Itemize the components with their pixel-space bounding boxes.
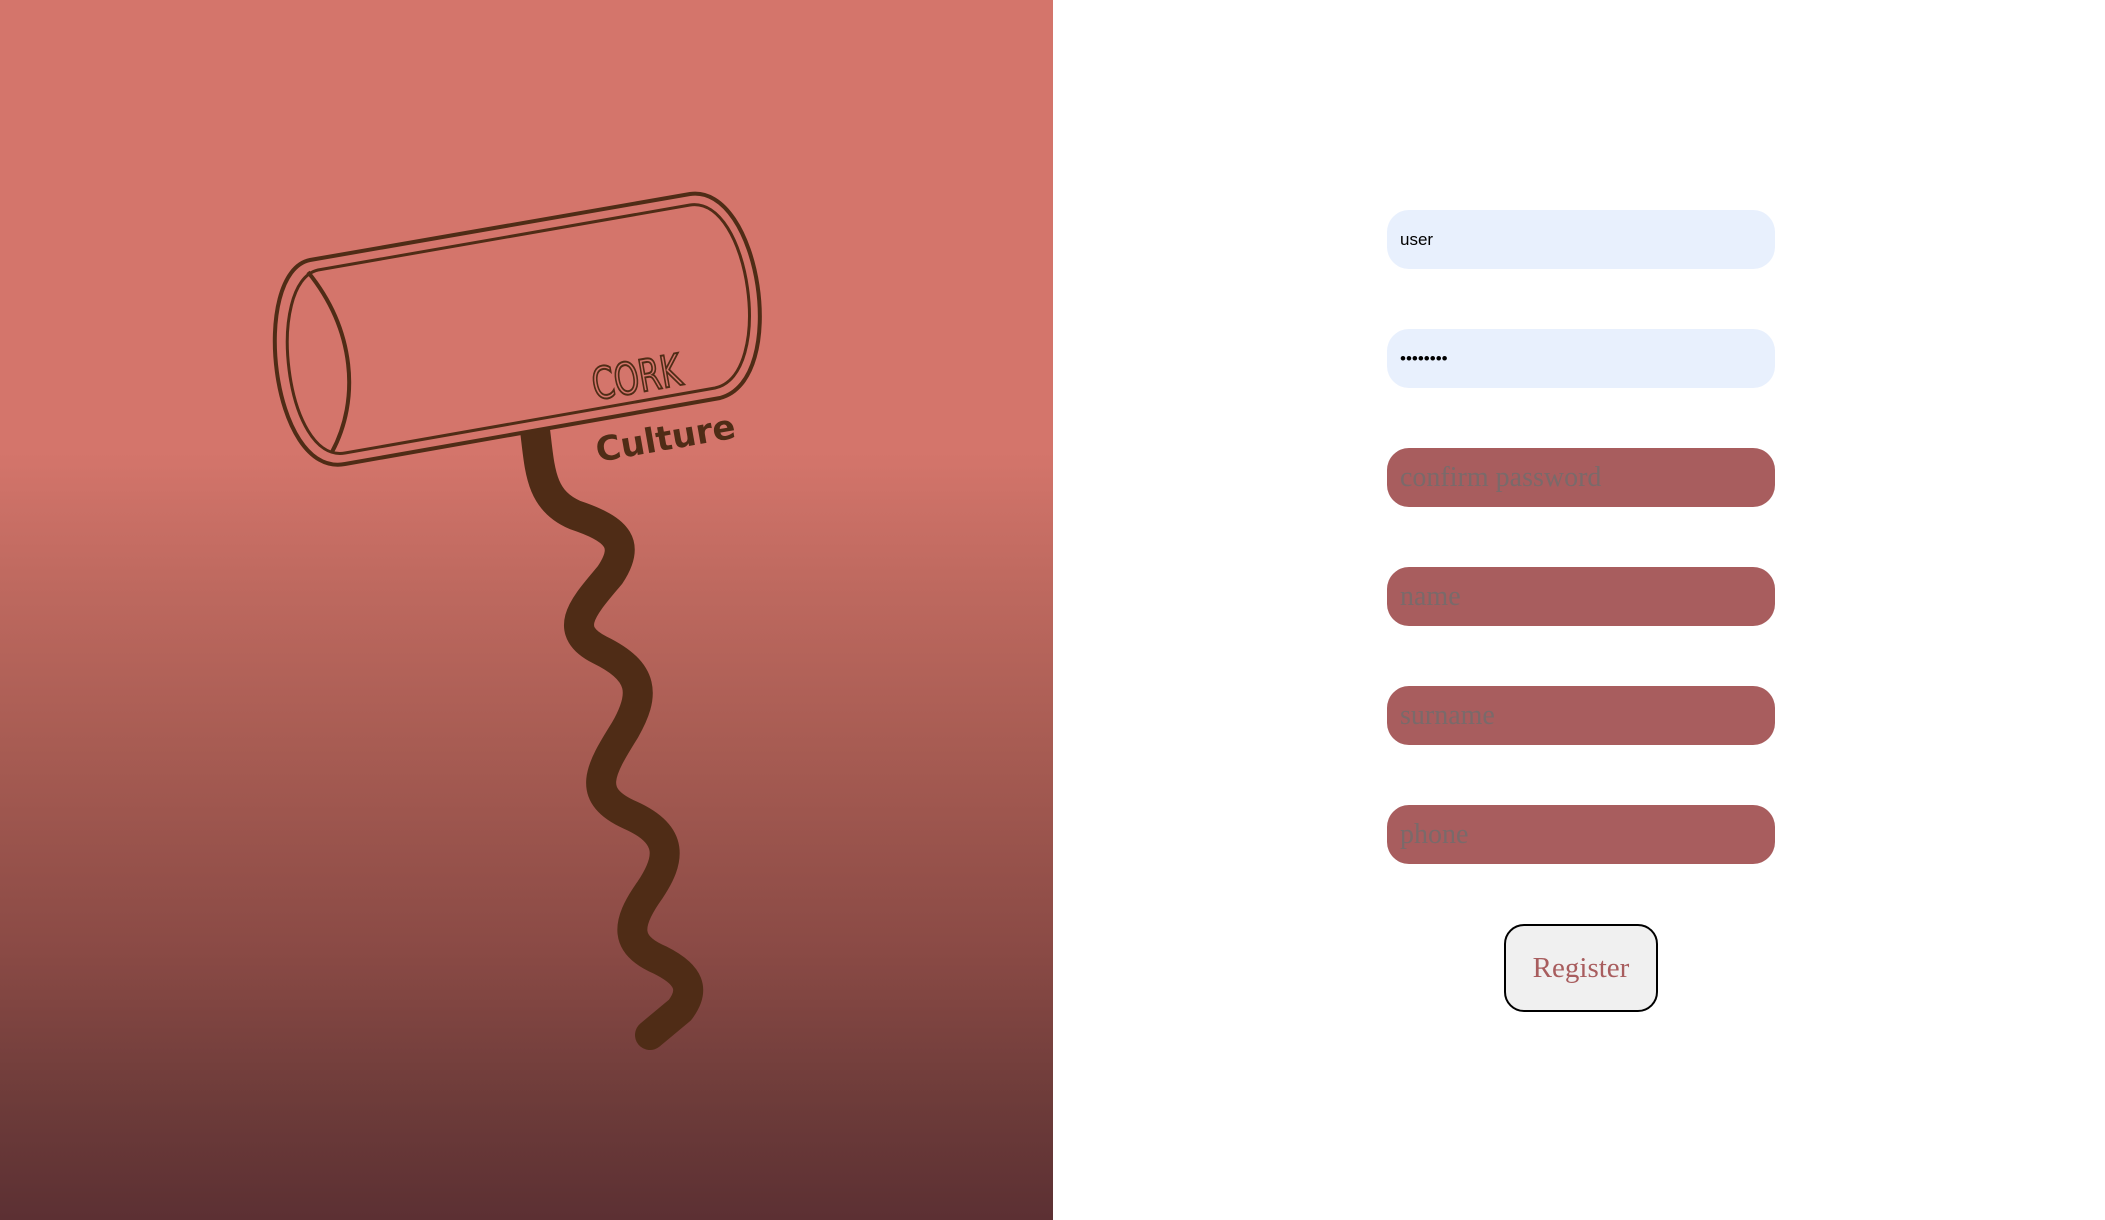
phone-input[interactable] bbox=[1387, 805, 1775, 864]
brand-panel: CORK Culture bbox=[0, 0, 1053, 1220]
confirm-password-input[interactable] bbox=[1387, 448, 1775, 507]
username-input[interactable] bbox=[1387, 210, 1775, 269]
name-input[interactable] bbox=[1387, 567, 1775, 626]
surname-input[interactable] bbox=[1387, 686, 1775, 745]
corkscrew-spiral bbox=[520, 415, 704, 1050]
password-input[interactable] bbox=[1387, 329, 1775, 388]
register-page: CORK Culture Register bbox=[0, 0, 2105, 1220]
cork-culture-logo: CORK Culture bbox=[272, 191, 762, 1050]
register-button[interactable]: Register bbox=[1504, 924, 1658, 1012]
register-form: Register bbox=[1053, 0, 2105, 1220]
